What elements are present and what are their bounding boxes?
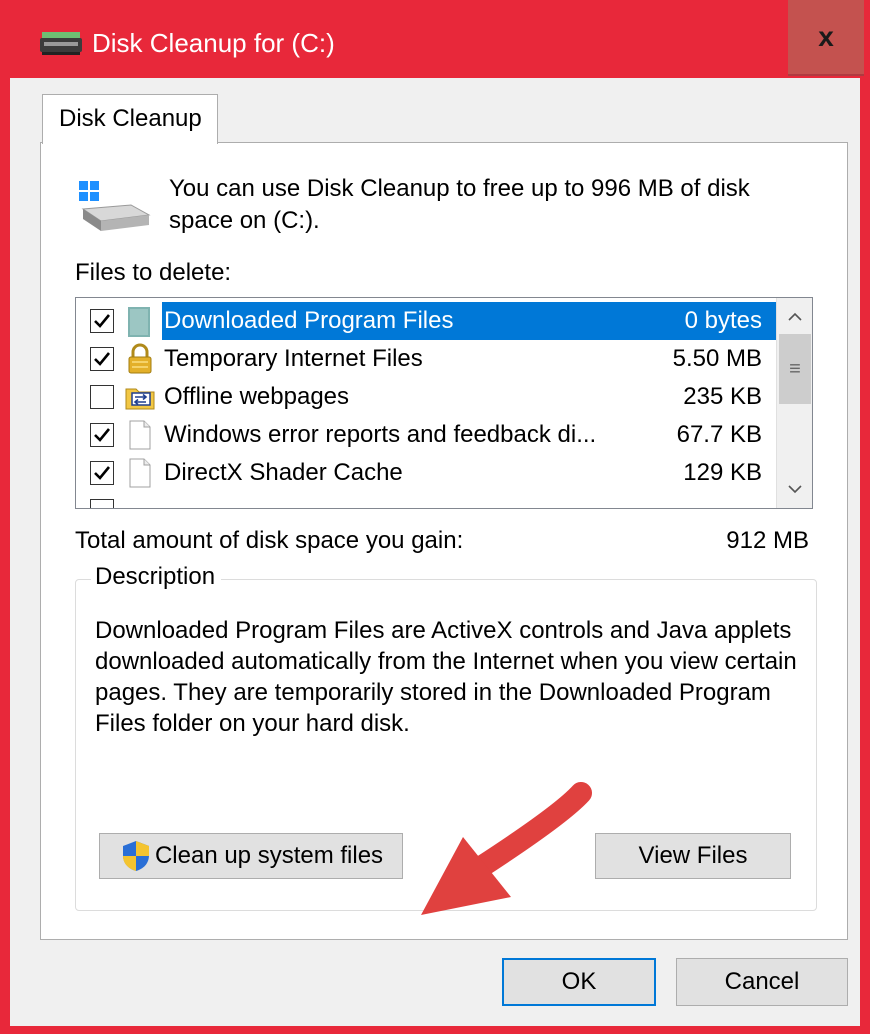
annotation-arrow	[421, 782, 592, 915]
list-item[interactable]: DirectX Shader Cache 129 KB	[76, 454, 776, 492]
lock-icon	[128, 343, 152, 374]
description-legend: Description	[91, 563, 222, 591]
file-icon	[129, 458, 151, 488]
total-gain-value: 912 MB	[726, 527, 809, 554]
checkbox[interactable]	[90, 347, 114, 371]
checkbox[interactable]	[90, 461, 114, 485]
scroll-thumb[interactable]: ≡	[779, 334, 811, 404]
item-label: DirectX Shader Cache	[164, 459, 403, 486]
item-size: 129 KB	[683, 459, 762, 486]
title-bar[interactable]: Disk Cleanup for (C:) x	[0, 0, 870, 78]
sync-folder-icon	[125, 388, 155, 410]
scroll-down-icon[interactable]	[777, 472, 812, 506]
checkbox	[90, 499, 114, 508]
close-button[interactable]: x	[788, 0, 864, 76]
clean-up-system-files-label: Clean up system files	[154, 842, 384, 869]
windows-drive-icon	[79, 181, 151, 231]
item-label: Offline webpages	[164, 383, 350, 410]
files-listbox[interactable]: Downloaded Program Files 0 bytes Tempora…	[75, 297, 813, 509]
files-to-delete-label: Files to delete:	[75, 259, 232, 286]
folder-icon	[128, 307, 150, 337]
list-item[interactable]: Temporary Internet Files 5.50 MB	[76, 340, 776, 378]
vertical-scrollbar[interactable]: ≡	[776, 298, 812, 508]
file-icon	[129, 420, 151, 450]
intro-text: You can use Disk Cleanup to free up to 9…	[169, 175, 750, 234]
item-size: 67.7 KB	[676, 421, 762, 448]
checkbox[interactable]	[90, 423, 114, 447]
total-gain-label: Total amount of disk space you gain:	[75, 527, 464, 554]
list-item[interactable]: Windows error reports and feedback di...…	[76, 416, 776, 454]
checkbox[interactable]	[90, 385, 114, 409]
tab-disk-cleanup[interactable]: Disk Cleanup	[42, 94, 218, 144]
item-size: 5.50 MB	[672, 345, 762, 372]
list-item[interactable]: Downloaded Program Files 0 bytes	[76, 302, 776, 340]
item-size: 0 bytes	[684, 307, 762, 334]
clean-up-system-files-button[interactable]: Clean up system files	[99, 833, 403, 879]
item-label: Windows error reports and feedback di...	[164, 421, 597, 448]
dialog-client-area: Disk Cleanup You can use Disk Cleanup to…	[10, 78, 860, 1026]
item-size: 235 KB	[683, 383, 762, 410]
scroll-up-icon[interactable]	[777, 300, 812, 334]
ok-button[interactable]: OK	[502, 958, 656, 1006]
view-files-button[interactable]: View Files	[595, 833, 791, 879]
item-label: Temporary Internet Files	[164, 345, 423, 372]
list-item[interactable]: Offline webpages 235 KB	[76, 378, 776, 416]
drive-icon	[40, 32, 82, 55]
disk-cleanup-window: Disk Cleanup for (C:) x Disk Cleanup You…	[0, 0, 870, 1034]
item-label: Downloaded Program Files	[164, 307, 454, 334]
list-item-partial	[76, 492, 776, 508]
uac-shield-icon	[122, 841, 149, 871]
window-title: Disk Cleanup for (C:)	[92, 28, 335, 58]
cancel-button[interactable]: Cancel	[676, 958, 848, 1006]
tab-panel: You can use Disk Cleanup to free up to 9…	[40, 142, 848, 940]
description-text: Downloaded Program Files are ActiveX con…	[95, 617, 797, 737]
checkbox[interactable]	[90, 309, 114, 333]
